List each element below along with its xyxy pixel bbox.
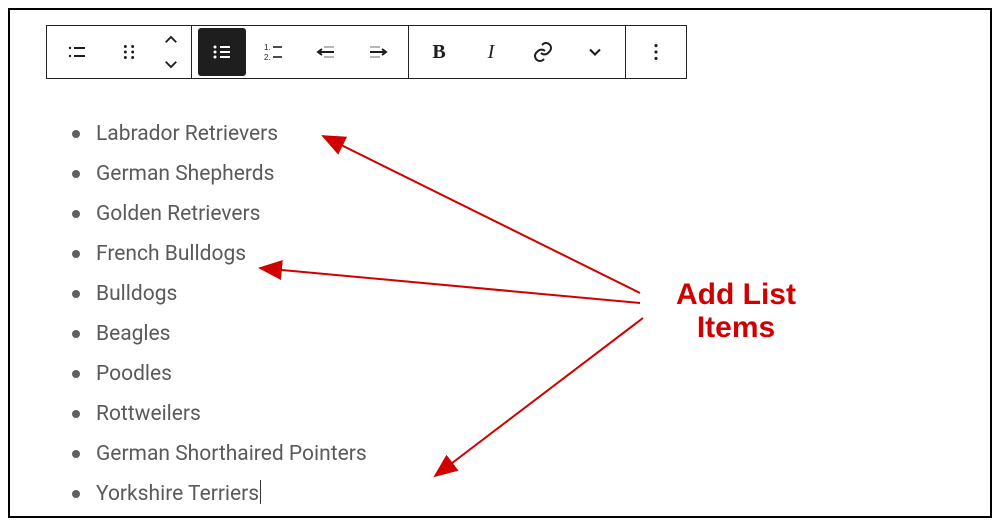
- unordered-list-button[interactable]: [198, 28, 246, 76]
- move-down-button[interactable]: [157, 52, 185, 76]
- text-cursor: [260, 480, 261, 504]
- list-item[interactable]: Labrador Retrievers: [70, 114, 367, 154]
- annotation-label: Add ListItems: [646, 278, 826, 344]
- list-item[interactable]: Beagles: [70, 314, 367, 354]
- list-item[interactable]: French Bulldogs: [70, 234, 367, 274]
- list-item[interactable]: Golden Retrievers: [70, 194, 367, 234]
- block-toolbar: 1. 2.: [46, 25, 687, 79]
- toolbar-group-list: 1. 2.: [192, 26, 409, 78]
- formatting-dropdown-icon[interactable]: [571, 28, 619, 76]
- ordered-list-button[interactable]: 1. 2.: [250, 28, 298, 76]
- list-item[interactable]: Poodles: [70, 354, 367, 394]
- list-item[interactable]: Yorkshire Terriers: [70, 474, 367, 514]
- list-item[interactable]: Bulldogs: [70, 274, 367, 314]
- drag-handle-icon[interactable]: [105, 28, 153, 76]
- editor-frame: 1. 2.: [8, 8, 992, 518]
- bold-button[interactable]: B: [415, 28, 463, 76]
- toolbar-group-block: [47, 26, 192, 78]
- italic-button[interactable]: I: [467, 28, 515, 76]
- bullet-list[interactable]: Labrador Retrievers German Shepherds Gol…: [70, 114, 367, 514]
- toolbar-group-more: [626, 26, 686, 78]
- more-options-icon[interactable]: [632, 28, 680, 76]
- list-item[interactable]: German Shorthaired Pointers: [70, 434, 367, 474]
- toolbar-group-format: B I: [409, 26, 626, 78]
- outdent-button[interactable]: [302, 28, 350, 76]
- indent-button[interactable]: [354, 28, 402, 76]
- move-up-button[interactable]: [157, 28, 185, 52]
- list-block-icon[interactable]: [53, 28, 101, 76]
- svg-text:2.: 2.: [264, 53, 271, 62]
- list-item[interactable]: German Shepherds: [70, 154, 367, 194]
- list-item[interactable]: Rottweilers: [70, 394, 367, 434]
- link-button[interactable]: [519, 28, 567, 76]
- svg-text:1.: 1.: [264, 43, 271, 52]
